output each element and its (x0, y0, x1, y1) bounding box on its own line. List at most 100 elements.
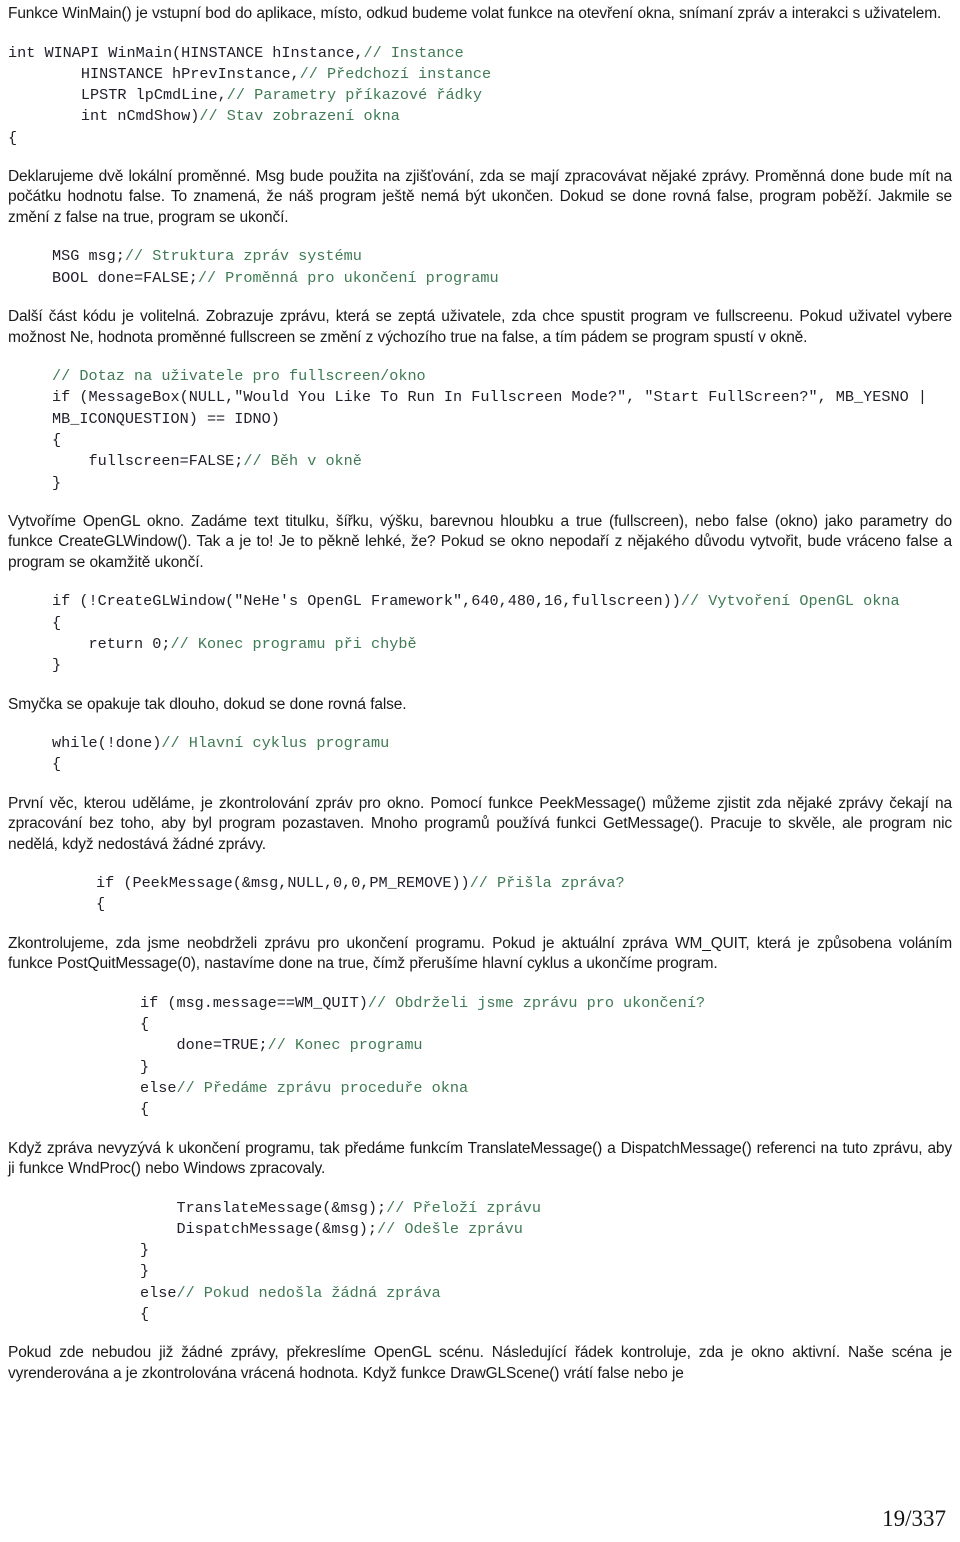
code-comment: // Vytvoření OpenGL okna (680, 592, 900, 611)
code-line: } (52, 474, 61, 492)
code-line: { (140, 1305, 149, 1323)
code-line: { (96, 895, 105, 913)
code-line: TranslateMessage(&msg);// Přeloží zprávu (140, 1199, 541, 1217)
code-block: TranslateMessage(&msg);// Přeloží zprávu… (8, 1198, 952, 1326)
code-line: { (8, 129, 17, 147)
code-token: } (52, 473, 62, 492)
paragraph: Funkce WinMain() je vstupní bod do aplik… (8, 5, 942, 22)
code-token: if (PeekMessage(&msg,NULL,0,0,PM_REMOVE)… (96, 874, 470, 893)
code-line: { (52, 431, 61, 449)
code-comment: // Dotaz na uživatele pro fullscreen/okn… (52, 367, 426, 386)
code-comment: // Struktura zpráv systému (124, 247, 362, 266)
code-token: fullscreen=FALSE; (52, 452, 244, 471)
code-token: else (140, 1078, 177, 1097)
code-comment: // Přeloží zprávu (386, 1198, 542, 1217)
code-line: { (140, 1015, 149, 1033)
code-token: while(!done) (52, 734, 162, 753)
code-line: else// Pokud nedošla žádná zpráva (140, 1284, 441, 1302)
code-line: int WINAPI WinMain(HINSTANCE hInstance,/… (8, 44, 464, 62)
code-line: DispatchMessage(&msg);// Odešle zprávu (140, 1219, 522, 1238)
code-comment: // Předchozí instance (299, 64, 492, 83)
code-line: int nCmdShow)// Stav zobrazení okna (8, 107, 400, 125)
code-spacer (8, 916, 952, 934)
code-line: } (140, 1058, 149, 1076)
code-token: { (52, 755, 62, 774)
code-spacer (8, 149, 952, 167)
code-line: while(!done)// Hlavní cyklus programu (52, 734, 389, 752)
code-comment: // Parametry příkazové řádky (226, 86, 482, 105)
paragraph: Deklarujeme dvě lokální proměnné. Msg bu… (8, 167, 952, 226)
code-token: if (MessageBox(NULL,"Would You Like To R… (52, 388, 937, 428)
code-token: TranslateMessage(&msg); (140, 1198, 387, 1217)
code-comment: // Hlavní cyklus programu (161, 734, 390, 753)
page-content: Funkce WinMain() je vstupní bod do aplik… (8, 4, 952, 1402)
code-comment: // Předáme zprávu proceduře okna (176, 1078, 469, 1097)
code-block: if (PeekMessage(&msg,NULL,0,0,PM_REMOVE)… (8, 873, 952, 916)
code-token: MSG msg; (52, 247, 125, 266)
code-token: } (140, 1262, 150, 1281)
code-comment: // Běh v okně (243, 452, 362, 471)
code-comment: // Proměnná pro ukončení programu (197, 268, 499, 287)
code-spacer (8, 289, 952, 307)
code-token: if (!CreateGLWindow("NeHe's OpenGL Frame… (52, 592, 681, 611)
code-token: { (140, 1305, 150, 1323)
code-block: if (msg.message==WM_QUIT)// Obdrželi jsm… (8, 993, 952, 1121)
code-spacer (8, 776, 952, 794)
code-comment: // Konec programu při chybě (170, 634, 417, 653)
page-number: 19/337 (882, 1506, 946, 1531)
code-token: LPSTR lpCmdLine, (8, 86, 227, 105)
code-token: return 0; (52, 634, 171, 653)
paragraph: Smyčka se opakuje tak dlouho, dokud se d… (8, 695, 407, 713)
code-block: // Dotaz na uživatele pro fullscreen/okn… (8, 366, 952, 494)
paragraph: Zkontrolujeme, zda jsme neobdrželi zpráv… (8, 934, 952, 973)
paragraph: Další část kódu je volitelná. Zobrazuje … (8, 308, 952, 346)
code-token: { (52, 430, 62, 449)
paragraph: První věc, kterou uděláme, je zkontrolov… (8, 794, 952, 853)
code-line: { (52, 755, 61, 773)
code-token: int nCmdShow) (8, 107, 200, 126)
code-token: else (140, 1283, 177, 1302)
code-line: { (140, 1100, 149, 1118)
code-line: if (MessageBox(NULL,"Would You Like To R… (52, 388, 936, 427)
code-comment: // Přišla zpráva? (469, 874, 625, 893)
code-line: } (140, 1262, 149, 1280)
code-comment: // Stav zobrazení okna (199, 107, 400, 126)
code-spacer (8, 1325, 952, 1343)
code-line: { (52, 614, 61, 632)
code-line: HINSTANCE hPrevInstance,// Předchozí ins… (8, 65, 491, 83)
code-token: } (140, 1241, 150, 1260)
paragraph: Pokud zde nebudou již žádné zprávy, přek… (8, 1344, 952, 1382)
code-spacer (8, 494, 952, 512)
code-token: { (96, 895, 106, 914)
code-line: } (140, 1241, 149, 1259)
code-token: done=TRUE; (140, 1036, 268, 1055)
code-token: HINSTANCE hPrevInstance, (8, 64, 300, 83)
code-spacer (8, 1121, 952, 1139)
code-comment: // Instance (363, 43, 464, 62)
code-token: } (52, 656, 62, 675)
code-line: // Dotaz na uživatele pro fullscreen/okn… (52, 367, 426, 385)
code-token: DispatchMessage(&msg); (140, 1219, 377, 1238)
paragraph: Když zpráva nevyzývá k ukončení programu… (8, 1139, 952, 1178)
code-token: } (140, 1057, 150, 1076)
code-line: if (PeekMessage(&msg,NULL,0,0,PM_REMOVE)… (96, 874, 625, 892)
paragraph: Vytvoříme OpenGL okno. Zadáme text titul… (8, 512, 952, 571)
document-page: Funkce WinMain() je vstupní bod do aplik… (0, 0, 960, 1542)
code-line: MSG msg;// Struktura zpráv systému (52, 247, 362, 265)
code-comment: // Obdrželi jsme zprávu pro ukončení? (367, 993, 706, 1012)
code-line: BOOL done=FALSE;// Proměnná pro ukončení… (52, 269, 499, 287)
code-line: if (!CreateGLWindow("NeHe's OpenGL Frame… (52, 592, 900, 610)
code-block: int WINAPI WinMain(HINSTANCE hInstance,/… (8, 43, 952, 149)
code-line: if (msg.message==WM_QUIT)// Obdrželi jsm… (140, 994, 705, 1012)
code-line: fullscreen=FALSE;// Běh v okně (52, 452, 362, 471)
code-block: if (!CreateGLWindow("NeHe's OpenGL Frame… (8, 591, 952, 676)
code-token: { (8, 128, 18, 147)
code-block: while(!done)// Hlavní cyklus programu { (8, 733, 952, 776)
